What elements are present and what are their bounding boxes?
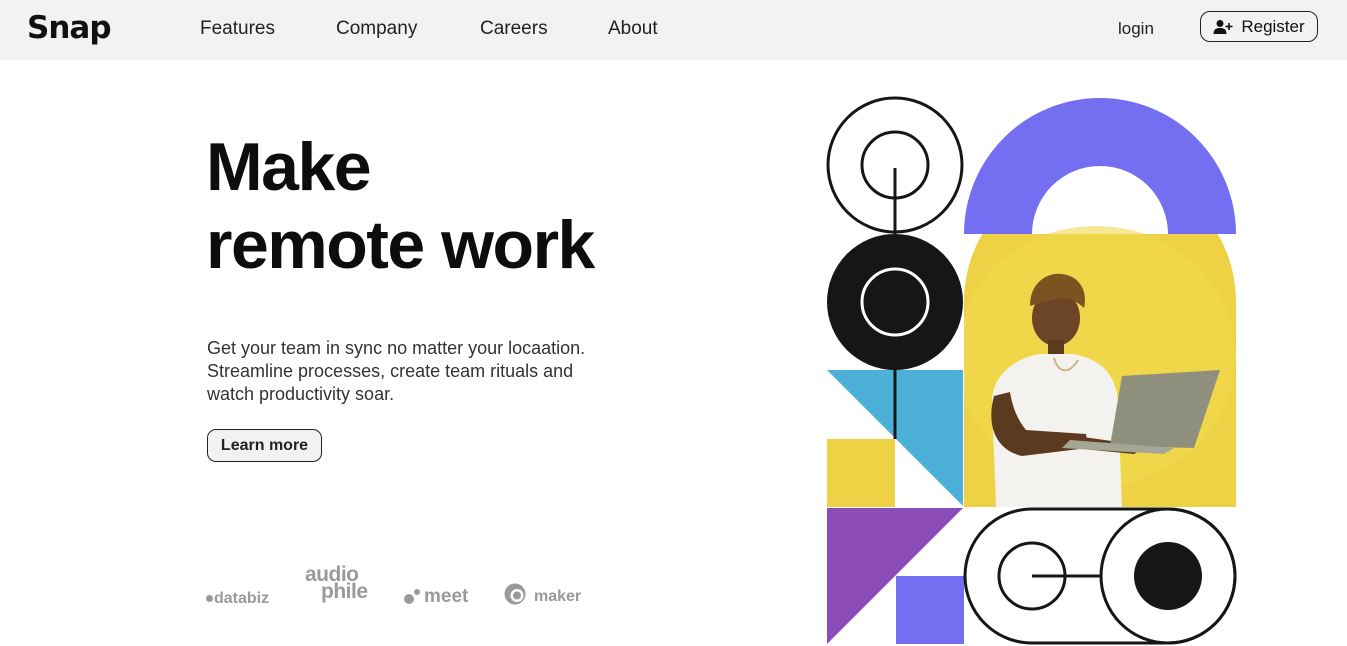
register-button[interactable]: Register (1200, 11, 1318, 42)
client-logo-databiz: databiz (206, 590, 269, 608)
headline-line-1: Make (206, 129, 372, 205)
dot-icon (206, 595, 213, 603)
hero-subtext: Get your team in sync no matter your loc… (207, 338, 586, 404)
purple-arch-shape (964, 98, 1236, 234)
login-link[interactable]: login (1118, 19, 1154, 39)
nav-link-about[interactable]: About (608, 18, 658, 40)
client-logo-maker: maker (504, 583, 581, 610)
outline-circle-top (826, 96, 964, 236)
hero-headline: Make remote work (206, 128, 595, 284)
pill-outline-shape (963, 507, 1237, 645)
client-logo-audiophile: audio phile (305, 564, 368, 602)
top-navbar: Snap Features Company Careers About logi… (0, 0, 1347, 60)
purple-square-shape (896, 576, 964, 644)
hero-photo (964, 226, 1236, 507)
nav-link-company[interactable]: Company (336, 18, 417, 40)
databiz-text: databiz (214, 590, 270, 607)
black-circle-shape (827, 234, 963, 370)
meet-text: meet (424, 586, 469, 607)
nav-link-features[interactable]: Features (200, 18, 275, 40)
maker-text: maker (534, 587, 582, 605)
meet-dots-icon (404, 589, 420, 605)
nav-link-careers[interactable]: Careers (480, 18, 548, 40)
register-label: Register (1241, 16, 1305, 36)
hero-illustration (826, 96, 1237, 645)
logo[interactable]: Snap (27, 10, 112, 46)
client-logo-meet: meet (404, 586, 468, 608)
headline-line-2: remote work (206, 207, 595, 283)
maker-icon (504, 583, 526, 610)
yellow-square-shape (827, 439, 895, 507)
user-plus-icon (1213, 19, 1233, 35)
learn-more-button[interactable]: Learn more (207, 429, 322, 462)
